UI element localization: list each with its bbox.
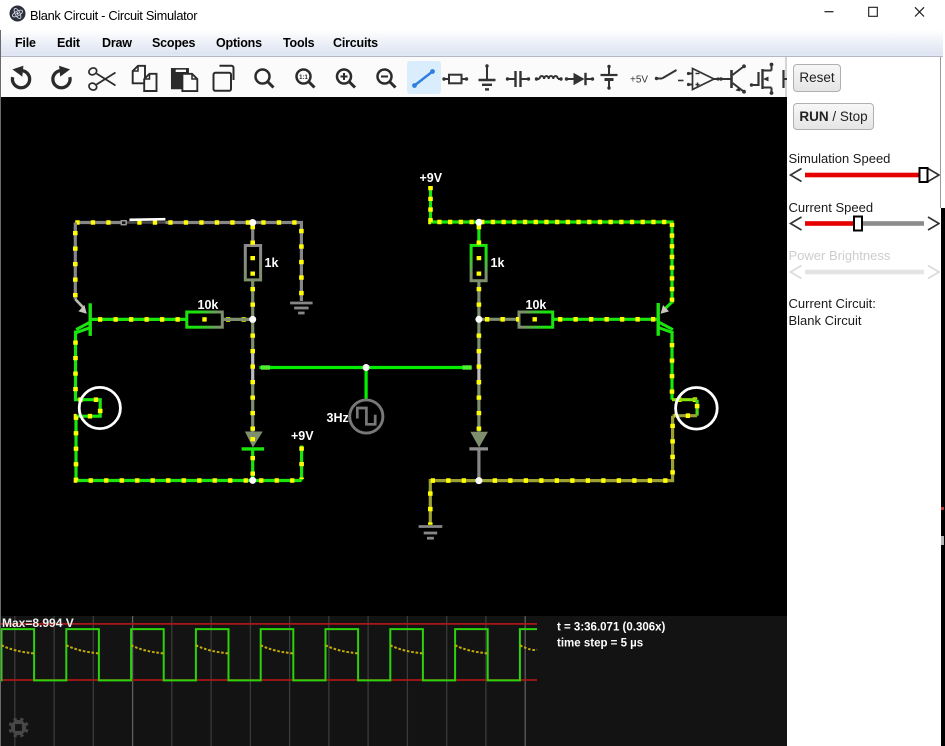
svg-text:+9V: +9V bbox=[420, 171, 443, 185]
svg-text:+5V: +5V bbox=[630, 75, 648, 86]
svg-text:10k: 10k bbox=[526, 298, 547, 312]
svg-text:1k: 1k bbox=[491, 256, 505, 270]
svg-text:3Hz: 3Hz bbox=[327, 411, 349, 425]
svg-text:t = 3:36.071 (0.306x): t = 3:36.071 (0.306x) bbox=[557, 622, 666, 634]
svg-text:1k: 1k bbox=[265, 256, 279, 270]
svg-text:Max=8.994 V: Max=8.994 V bbox=[2, 616, 74, 630]
svg-text:+9V: +9V bbox=[291, 429, 314, 443]
svg-text:1:1: 1:1 bbox=[299, 75, 308, 81]
svg-text:time step = 5 µs: time step = 5 µs bbox=[557, 638, 643, 650]
svg-text:10k: 10k bbox=[198, 298, 219, 312]
